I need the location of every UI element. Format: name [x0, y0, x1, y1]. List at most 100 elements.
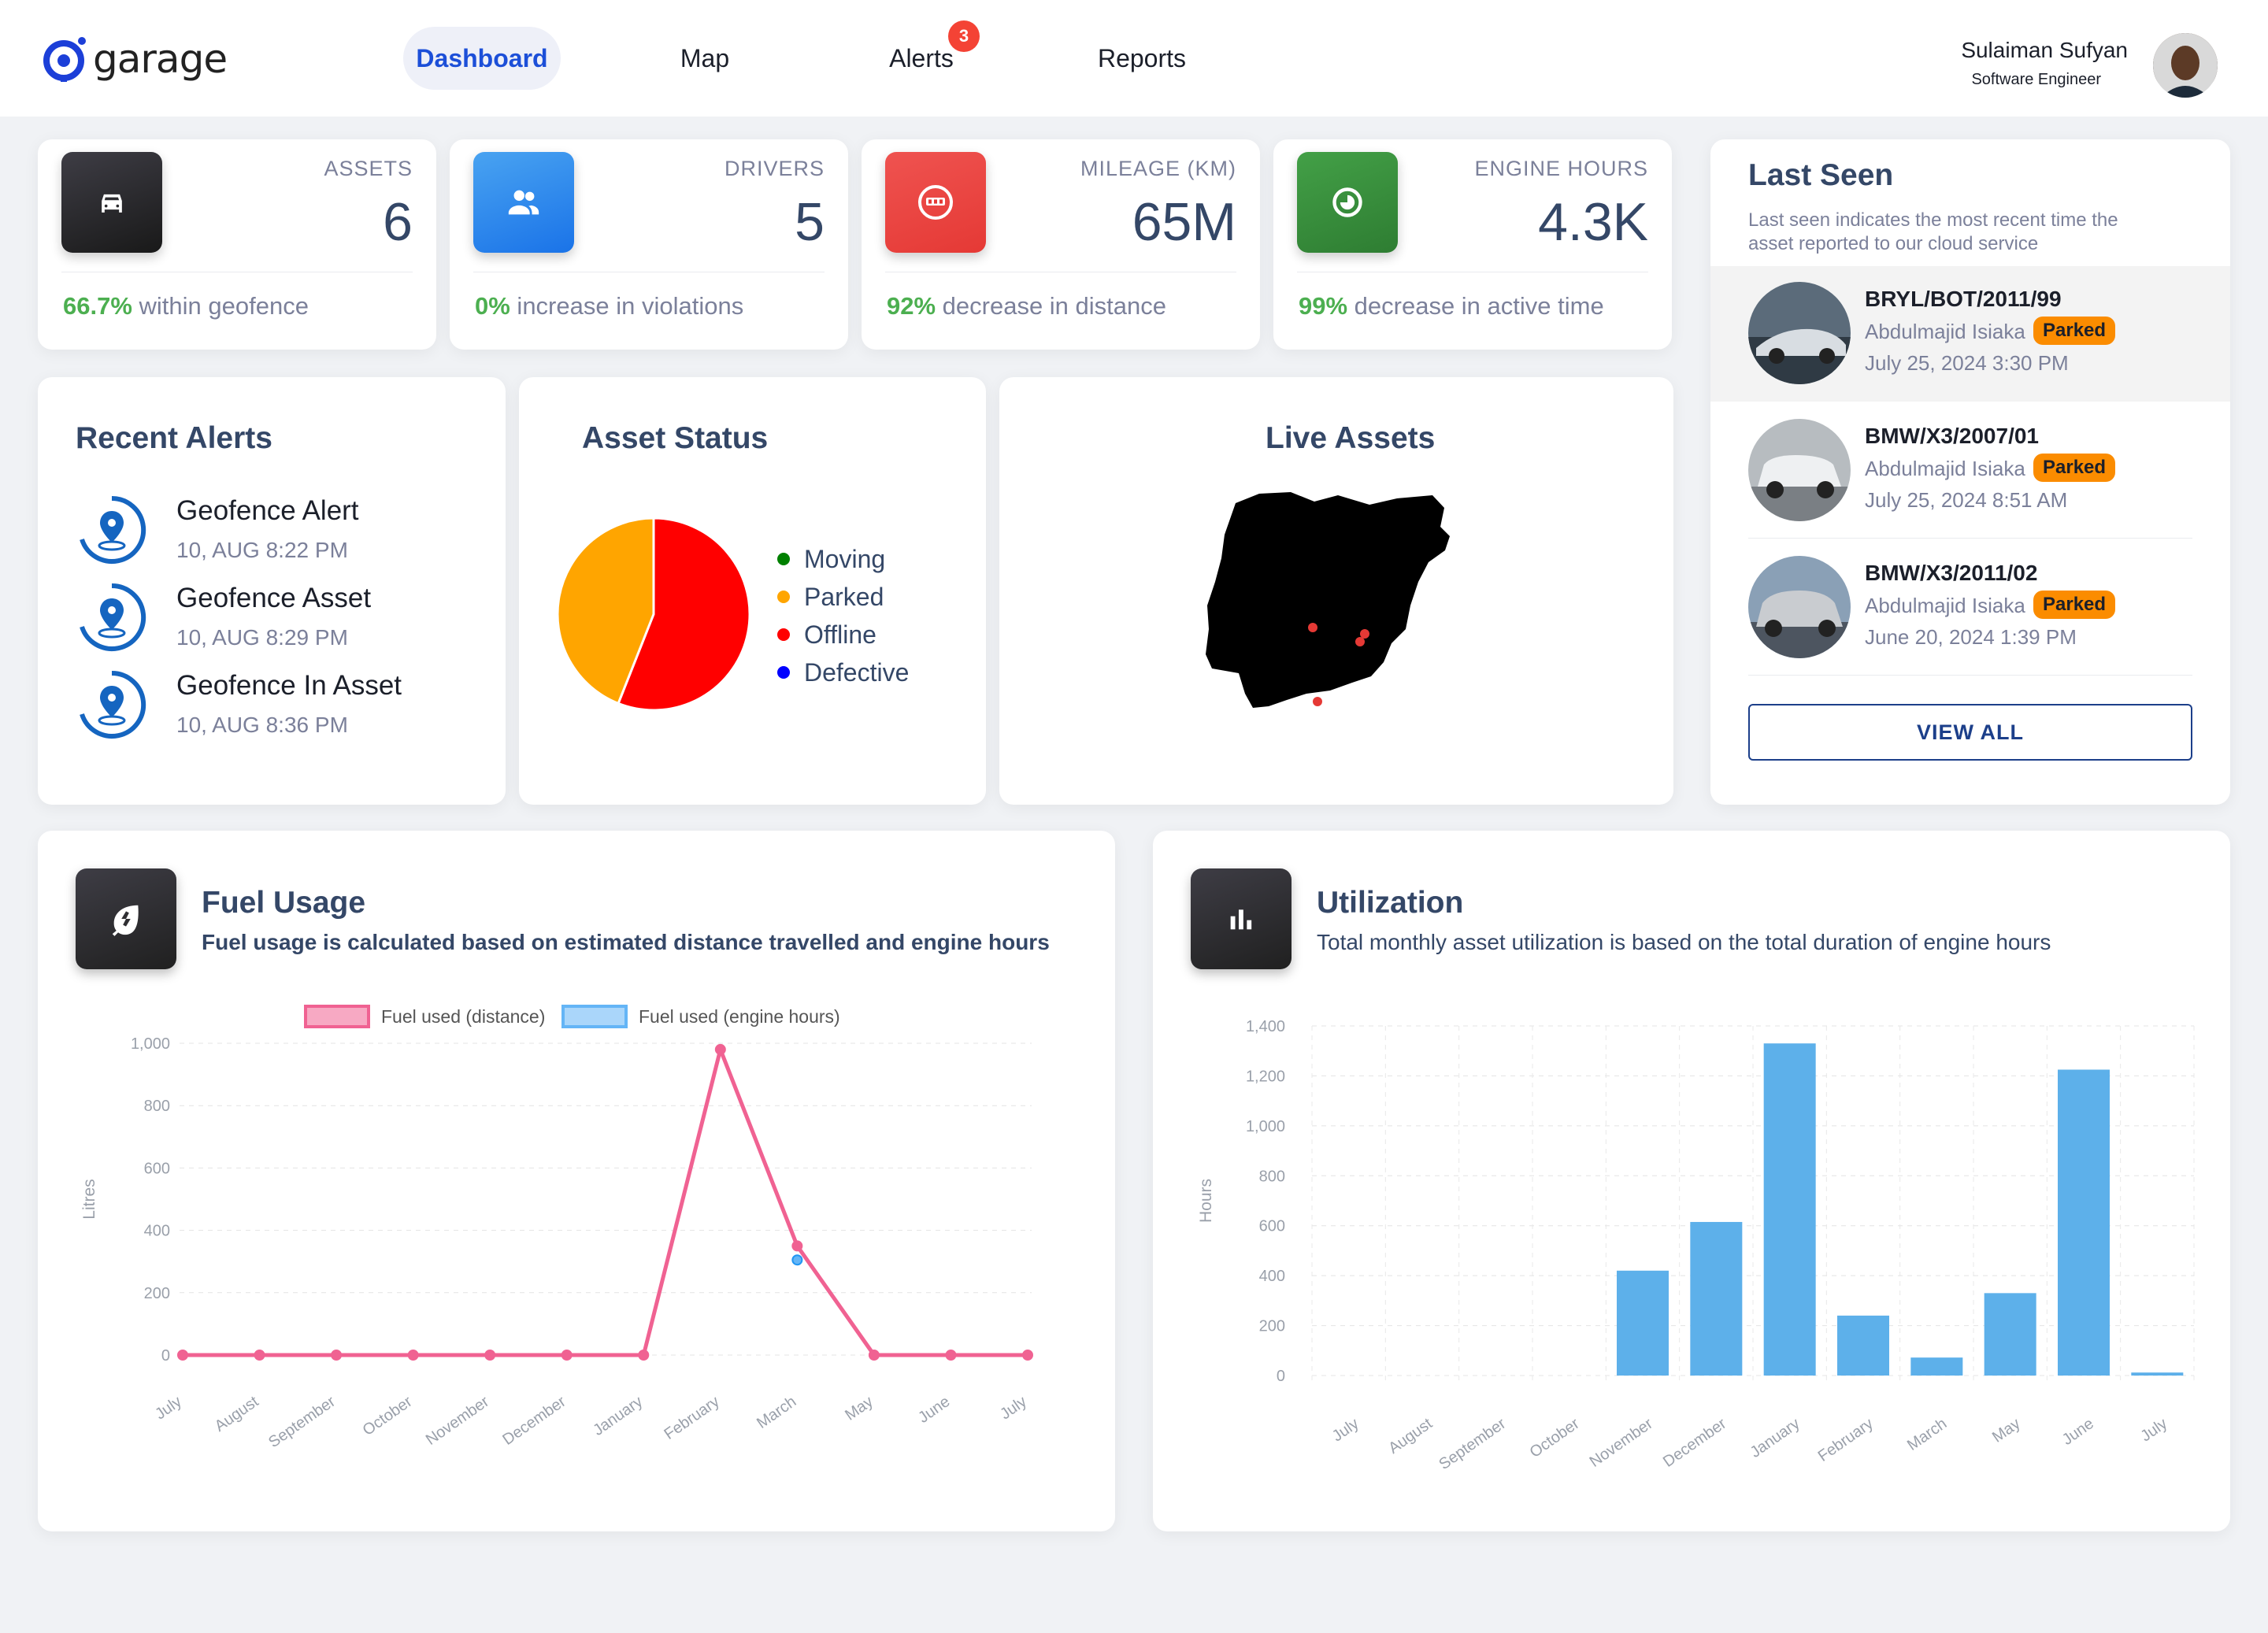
- y-tick-label: 0: [1277, 1368, 1285, 1385]
- legend-moving[interactable]: Moving: [777, 545, 885, 574]
- alert-name: Geofence Alert: [176, 495, 359, 526]
- data-point[interactable]: [1022, 1350, 1033, 1361]
- data-point[interactable]: [484, 1350, 496, 1361]
- utilization-card: Utilization Total monthly asset utilizat…: [1153, 831, 2230, 1531]
- utilization-bar-chart: 0 200 400 600 800 1,000 1,200 1,400 Hours July Aug…: [1197, 1018, 2195, 1473]
- last-seen-item[interactable]: BMW/X3/2007/01 Abdulmajid Isiaka Parked …: [1710, 403, 2230, 539]
- last-seen-date: June 20, 2024 1:39 PM: [1865, 625, 2077, 649]
- stat-label: ASSETS: [324, 157, 413, 180]
- nav-map[interactable]: Map: [646, 27, 764, 90]
- legend-label[interactable]: Fuel used (engine hours): [639, 1006, 840, 1027]
- driver-name: Abdulmajid Isiaka: [1865, 457, 2025, 480]
- y-axis-label: Litres: [80, 1179, 98, 1219]
- status-badge: Parked: [2033, 454, 2116, 482]
- bar[interactable]: [1910, 1357, 1963, 1376]
- data-point[interactable]: [945, 1350, 957, 1361]
- asset-marker[interactable]: [1308, 623, 1317, 632]
- alert-time: 10, AUG 8:36 PM: [176, 713, 348, 737]
- last-seen-item[interactable]: BMW/X3/2011/02 Abdulmajid Isiaka Parked …: [1710, 540, 2230, 676]
- garage-logo[interactable]: garage: [43, 31, 228, 87]
- driver-name: Abdulmajid Isiaka: [1865, 320, 2025, 343]
- vehicle-id: BMW/X3/2011/02: [1865, 561, 2038, 585]
- logo-text: garage: [93, 36, 228, 82]
- legend-parked[interactable]: Parked: [777, 583, 884, 612]
- stat-value: 5: [795, 192, 825, 252]
- stat-card-mileage[interactable]: MILEAGE (KM) 65M 92% decrease in distanc…: [862, 139, 1260, 350]
- last-seen-item[interactable]: BRYL/BOT/2011/99 Abdulmajid Isiaka Parke…: [1710, 266, 2230, 402]
- stat-card-drivers[interactable]: DRIVERS 5 0% increase in violations: [450, 139, 848, 350]
- user-name[interactable]: Sulaiman Sufyan: [1961, 38, 2128, 63]
- y-tick-label: 200: [1259, 1318, 1285, 1335]
- legend-dot: [777, 628, 790, 641]
- stat-footnote: 92% decrease in distance: [887, 292, 1167, 320]
- vehicle-id: BRYL/BOT/2011/99: [1865, 287, 2062, 311]
- user-avatar[interactable]: [2153, 33, 2218, 98]
- x-tick-label: September: [265, 1393, 339, 1451]
- view-all-button[interactable]: VIEW ALL: [1748, 704, 2192, 761]
- recent-alerts-card: Recent Alerts Geofence Alert 10, AUG 8:2…: [38, 377, 506, 805]
- bar[interactable]: [2058, 1069, 2110, 1376]
- nav-dashboard[interactable]: Dashboard: [403, 27, 561, 90]
- odometer-icon: [885, 152, 986, 253]
- x-tick-label: July: [997, 1393, 1030, 1423]
- alert-name: Geofence Asset: [176, 583, 372, 613]
- x-tick-label: August: [1385, 1415, 1436, 1457]
- y-tick-label: 800: [144, 1098, 170, 1115]
- data-point[interactable]: [638, 1350, 650, 1361]
- fuel-usage-line-chart: 0 200 400 600 800 1,000 Litres July August Septem…: [80, 1005, 1033, 1451]
- geofence-location-icon: [80, 583, 146, 651]
- x-tick-label: May: [1989, 1415, 2024, 1446]
- legend-swatch[interactable]: [561, 1005, 628, 1028]
- asset-marker[interactable]: [1313, 697, 1322, 706]
- legend-offline[interactable]: Offline: [777, 620, 876, 650]
- last-seen-date: July 25, 2024 8:51 AM: [1865, 488, 2068, 512]
- data-point[interactable]: [714, 1043, 726, 1055]
- last-seen-title: Last Seen: [1748, 158, 1894, 192]
- legend-label[interactable]: Fuel used (distance): [381, 1006, 545, 1027]
- nav-reports[interactable]: Reports: [1087, 27, 1197, 90]
- divider: [1748, 538, 2192, 539]
- nav-alerts[interactable]: Alerts 3: [866, 20, 980, 90]
- stat-card-assets[interactable]: ASSETS 6 66.7% within geofence: [38, 139, 436, 350]
- stat-footnote: 99% decrease in active time: [1299, 292, 1604, 320]
- bar[interactable]: [1763, 1043, 1816, 1376]
- asset-marker[interactable]: [1355, 637, 1365, 646]
- live-assets-title: Live Assets: [1266, 421, 1436, 455]
- data-point[interactable]: [331, 1350, 343, 1361]
- y-tick-label: 600: [1259, 1218, 1285, 1235]
- stat-footnote: 66.7% within geofence: [63, 292, 309, 320]
- x-tick-label: March: [1904, 1415, 1950, 1454]
- status-badge: Parked: [2033, 317, 2116, 345]
- asset-status-title: Asset Status: [582, 421, 769, 455]
- bar[interactable]: [1837, 1315, 1889, 1376]
- logo-mark-icon: [43, 37, 86, 82]
- geofence-location-icon: [80, 495, 146, 564]
- data-point[interactable]: [561, 1350, 573, 1361]
- data-point[interactable]: [177, 1350, 188, 1361]
- vehicle-thumbnail: [1748, 282, 1851, 384]
- data-point[interactable]: [868, 1350, 880, 1361]
- asset-marker[interactable]: [1360, 629, 1369, 639]
- users-icon: [473, 152, 574, 253]
- data-point[interactable]: [791, 1240, 803, 1252]
- geofence-location-icon: [80, 670, 146, 739]
- legend-defective[interactable]: Defective: [777, 658, 909, 687]
- data-point[interactable]: [254, 1350, 265, 1361]
- top-header: garage Dashboard Map Alerts 3 Reports Su…: [0, 0, 2268, 117]
- bar[interactable]: [2131, 1372, 2184, 1376]
- x-tick-label: October: [1527, 1415, 1583, 1461]
- stat-card-engine-hours[interactable]: ENGINE HOURS 4.3K 99% decrease in active…: [1273, 139, 1672, 350]
- legend-swatch[interactable]: [304, 1005, 370, 1028]
- x-tick-label: December: [499, 1393, 569, 1449]
- bar[interactable]: [1617, 1270, 1669, 1376]
- data-point[interactable]: [791, 1254, 803, 1266]
- legend-dot: [777, 665, 790, 679]
- x-tick-label: July: [152, 1393, 185, 1423]
- y-tick-label: 800: [1259, 1168, 1285, 1185]
- nigeria-map[interactable]: [1204, 487, 1503, 724]
- bar[interactable]: [1690, 1221, 1743, 1376]
- data-point[interactable]: [407, 1350, 419, 1361]
- vehicle-thumbnail: [1748, 419, 1851, 521]
- legend-dot: [777, 552, 790, 565]
- bar[interactable]: [1984, 1293, 2036, 1376]
